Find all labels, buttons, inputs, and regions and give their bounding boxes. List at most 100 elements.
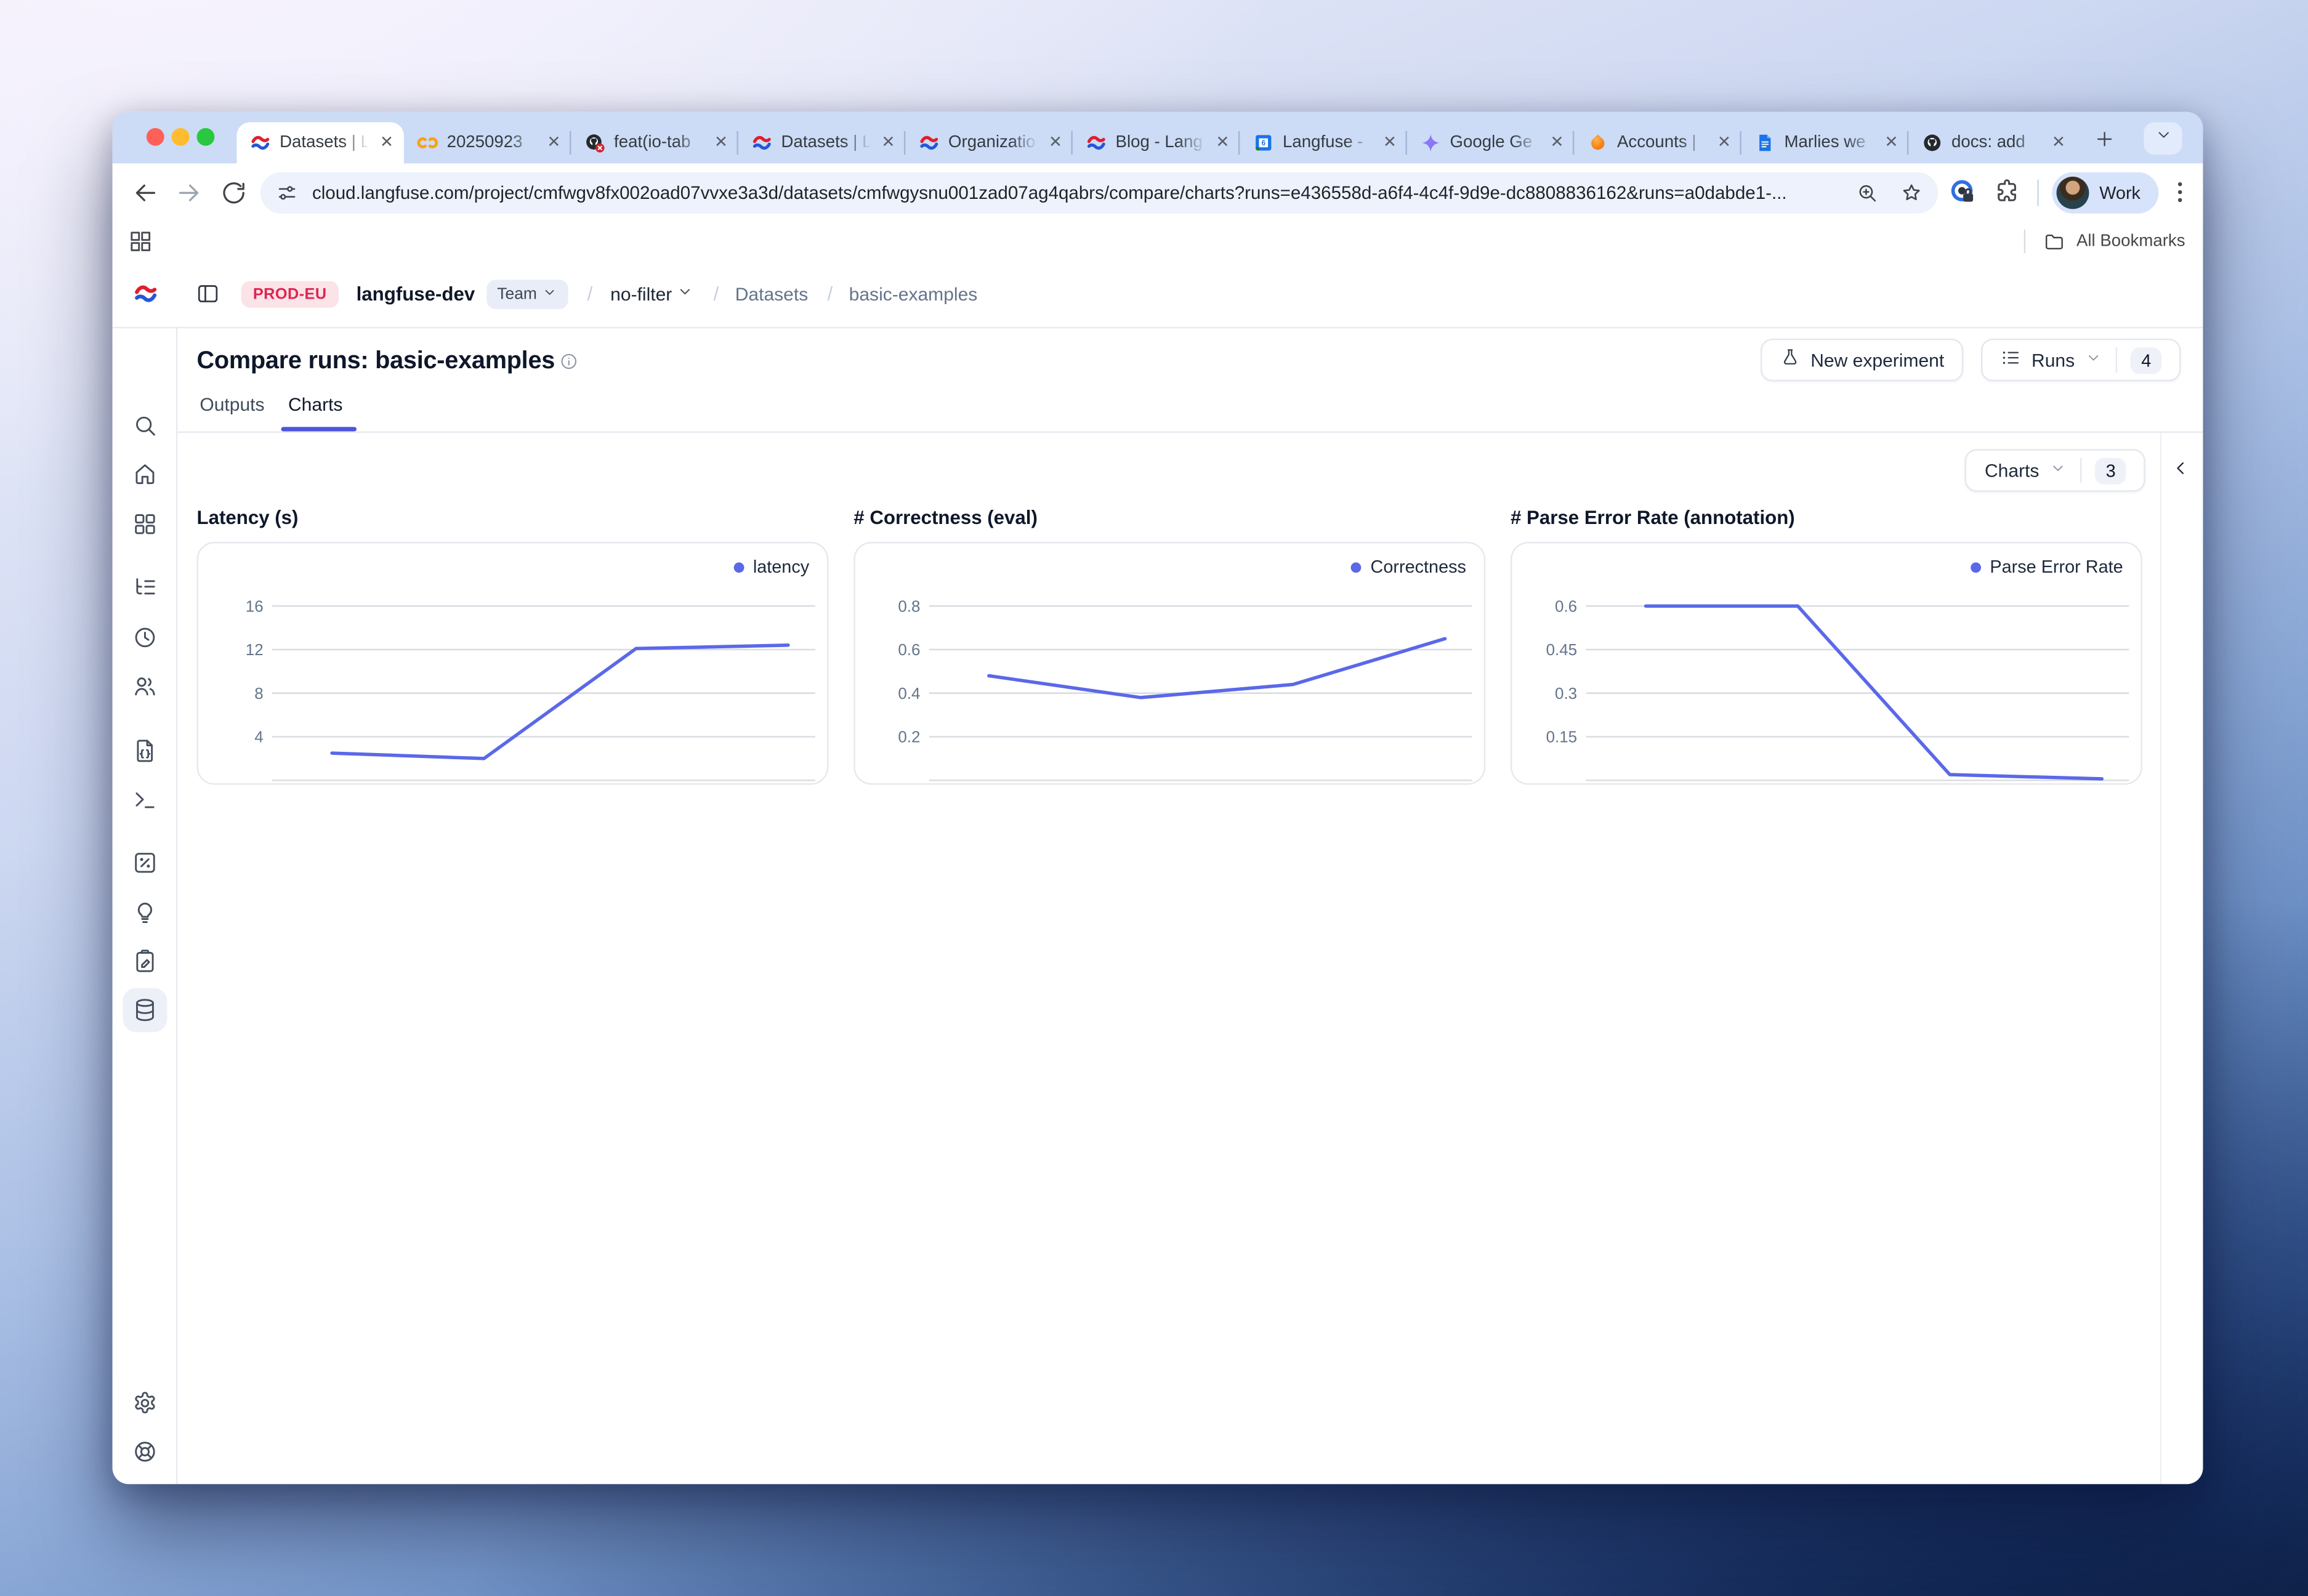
tab-charts[interactable]: Charts [288,395,342,415]
minimize-window-button[interactable] [172,128,190,146]
address-bar-url[interactable]: cloud.langfuse.com/project/cmfwgv8fx002o… [312,183,1834,203]
tab-close-icon[interactable]: ✕ [714,135,728,151]
zoom-in-icon[interactable] [1855,181,1879,204]
chart-plot: 0.60.450.30.15 [1512,543,2141,783]
tab-title: Google Ge [1450,134,1541,152]
toolbar-divider [2037,180,2038,206]
tab-close-icon[interactable]: ✕ [1550,135,1564,151]
new-experiment-label: New experiment [1810,350,1944,370]
tab-close-icon[interactable]: ✕ [881,135,895,151]
bookmarks-bar: All Bookmarks [113,222,2203,260]
address-bar[interactable]: cloud.langfuse.com/project/cmfwgv8fx002o… [260,172,1939,214]
sidebar-item-playground-icon[interactable] [132,786,158,813]
bookmarks-divider [2024,230,2025,253]
chevron-down-icon [541,283,557,304]
browser-tab[interactable]: Blog - Lang✕ [1073,122,1240,163]
sidebar-item-prompts-icon[interactable] [132,738,158,764]
browser-tab[interactable]: docs: add ✕ [1908,122,2075,163]
browser-tab[interactable]: Marlies we✕ [1741,122,1908,163]
browser-tab[interactable]: Organizatio ✕ [905,122,1072,163]
back-icon[interactable] [130,178,159,208]
new-experiment-button[interactable]: New experiment [1761,339,1964,381]
browser-tab[interactable]: Datasets | L✕ [738,122,905,163]
all-bookmarks-button[interactable]: All Bookmarks [2024,222,2185,260]
docs-favicon-icon [1754,132,1775,153]
tab-title: docs: add [1951,134,2043,152]
breadcrumb-datasets-link[interactable]: Datasets [735,283,809,304]
extensions-puzzle-icon[interactable] [1993,178,2021,206]
charts-dropdown-label: Charts [1985,460,2039,480]
breadcrumb-slash: / [587,283,593,305]
github-x-favicon-icon [584,132,605,153]
sidebar-item-settings-icon[interactable] [132,1390,158,1416]
langfuse-favicon-icon [752,132,773,153]
tab-close-icon[interactable]: ✕ [1383,135,1397,151]
chart-title: # Parse Error Rate (annotation) [1511,507,2142,527]
breadcrumb-dataset-name[interactable]: basic-examples [849,283,978,304]
tab-search-button[interactable] [2144,122,2182,155]
environment-badge: PROD-EU [241,281,339,307]
colab-favicon-icon [418,132,438,153]
sidebar-item-dashboard-icon[interactable] [132,511,158,538]
latency-chart: latency 161284 [197,542,829,785]
tab-title: Accounts | [1617,134,1708,152]
close-window-button[interactable] [147,128,164,146]
tab-close-icon[interactable]: ✕ [1049,135,1062,151]
bookmark-star-icon[interactable] [1900,181,1923,204]
fullscreen-window-button[interactable] [197,128,215,146]
langfuse-logo-icon [133,281,158,307]
collapse-panel-icon[interactable] [2171,458,2192,478]
sidebar-item-search-icon[interactable] [132,413,158,439]
tab-title: feat(io-tab [614,134,705,152]
project-dropdown[interactable]: no-filter [610,283,694,305]
chart-title: Latency (s) [197,507,829,527]
tab-close-icon[interactable]: ✕ [547,135,560,151]
browser-tab[interactable]: 6Langfuse -✕ [1240,122,1406,163]
browser-tab[interactable]: 20250923✕ [404,122,571,163]
tab-outputs[interactable]: Outputs [200,395,264,415]
chevron-down-icon [2085,349,2103,371]
org-plan-dropdown[interactable]: Team [486,279,568,308]
sidebar-item-home-icon[interactable] [132,461,158,487]
browser-tab[interactable]: Accounts | ✕ [1574,122,1741,163]
chevron-down-icon [2049,459,2067,482]
organization-name[interactable]: langfuse-dev [357,283,475,305]
browser-tab[interactable]: Datasets | L✕ [236,122,403,163]
sidebar-item-users-icon[interactable] [132,673,158,699]
tab-title: Organizatio [948,134,1039,152]
tab-close-icon[interactable]: ✕ [380,135,393,151]
active-tab-underline [281,427,357,431]
new-tab-button[interactable] [2086,125,2122,160]
charts-dropdown-button[interactable]: Charts 3 [1966,449,2145,491]
project-name: no-filter [610,283,672,304]
more-menu-icon[interactable] [2166,178,2194,206]
sidebar-item-tracing-icon[interactable] [132,574,158,601]
breadcrumb-slash: / [828,283,833,305]
browser-tab[interactable]: feat(io-tab ✕ [571,122,738,163]
calendar-favicon-icon: 6 [1253,132,1274,153]
sidebar-item-support-icon[interactable] [132,1438,158,1465]
tab-close-icon[interactable]: ✕ [2052,135,2065,151]
browser-profile-button[interactable]: Work [2052,172,2158,214]
tab-close-icon[interactable]: ✕ [1884,135,1898,151]
sidebar-toggle-icon[interactable] [195,281,220,307]
parse-error-chart: Parse Error Rate 0.60.450.30.15 [1511,542,2142,785]
reload-icon[interactable] [219,178,249,208]
page-title: Compare runs: basic-examples [197,347,555,375]
sidebar-item-sessions-clock-icon[interactable] [132,624,158,651]
sidebar-item-evaluators-icon[interactable] [132,850,158,876]
sidebar-item-annotation-icon[interactable] [132,948,158,975]
apps-grid-icon[interactable] [127,228,154,255]
runs-dropdown-button[interactable]: Runs 4 [1981,339,2181,381]
tab-close-icon[interactable]: ✕ [1717,135,1731,151]
sidebar-item-insights-icon[interactable] [132,900,158,926]
sidebar-item-datasets-icon[interactable] [132,997,158,1023]
site-controls-icon[interactable] [275,181,299,204]
browser-tab[interactable]: Google Ge ✕ [1407,122,1574,163]
info-icon[interactable] [559,352,578,371]
all-bookmarks-label: All Bookmarks [2076,233,2185,251]
app-header: PROD-EU langfuse-dev Team / no-filter / … [133,260,977,327]
password-manager-icon[interactable] [1948,178,1977,206]
tab-close-icon[interactable]: ✕ [1216,135,1229,151]
forward-icon[interactable] [175,178,204,208]
